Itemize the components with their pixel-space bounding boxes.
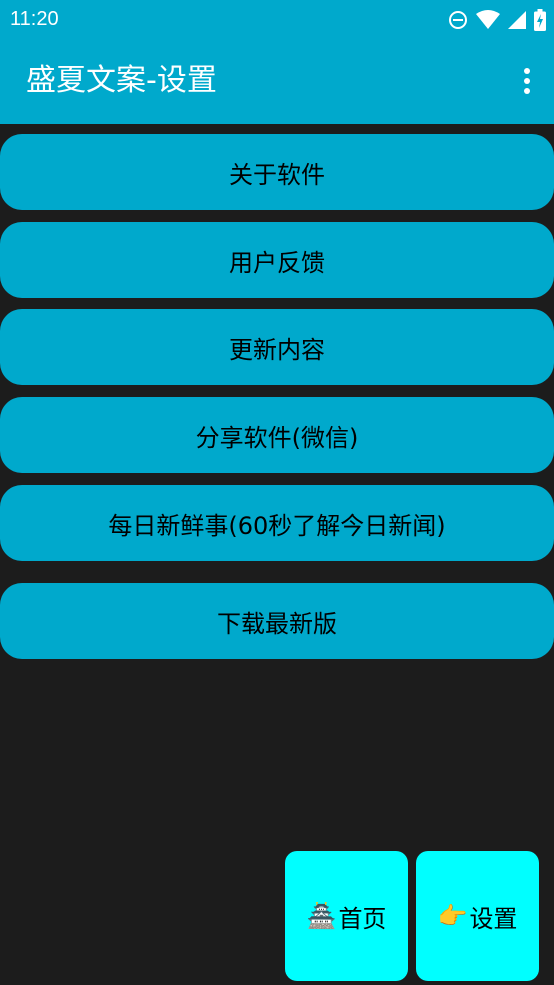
about-software-button[interactable]: 关于软件 <box>0 134 554 210</box>
menu-dot <box>524 88 530 94</box>
more-vertical-icon[interactable] <box>520 64 534 98</box>
cell-signal-icon <box>508 11 526 29</box>
status-icons <box>448 9 546 31</box>
update-content-button[interactable]: 更新内容 <box>0 309 554 385</box>
daily-news-button[interactable]: 每日新鲜事(60秒了解今日新闻) <box>0 485 554 561</box>
pointing-hand-icon: 👉 <box>437 902 468 930</box>
do-not-disturb-icon <box>449 11 467 29</box>
menu-dot <box>524 78 530 84</box>
download-latest-button[interactable]: 下载最新版 <box>0 583 554 659</box>
user-feedback-button[interactable]: 用户反馈 <box>0 222 554 298</box>
battery-charging-icon <box>534 9 546 31</box>
settings-nav-label: 设置 <box>469 904 518 933</box>
app-bar: 盛夏文案-设置 <box>0 38 554 124</box>
page-title: 盛夏文案-设置 <box>26 63 217 98</box>
home-nav-button[interactable]: 🏯 首页 <box>285 851 408 981</box>
share-wechat-button[interactable]: 分享软件(微信) <box>0 397 554 473</box>
menu-dot <box>524 68 530 74</box>
settings-nav-button[interactable]: 👉 设置 <box>416 851 539 981</box>
status-bar: 11:20 <box>0 0 554 38</box>
wifi-icon <box>476 10 500 29</box>
castle-icon: 🏯 <box>306 902 337 930</box>
status-time: 11:20 <box>10 8 59 30</box>
home-nav-label: 首页 <box>338 904 387 933</box>
